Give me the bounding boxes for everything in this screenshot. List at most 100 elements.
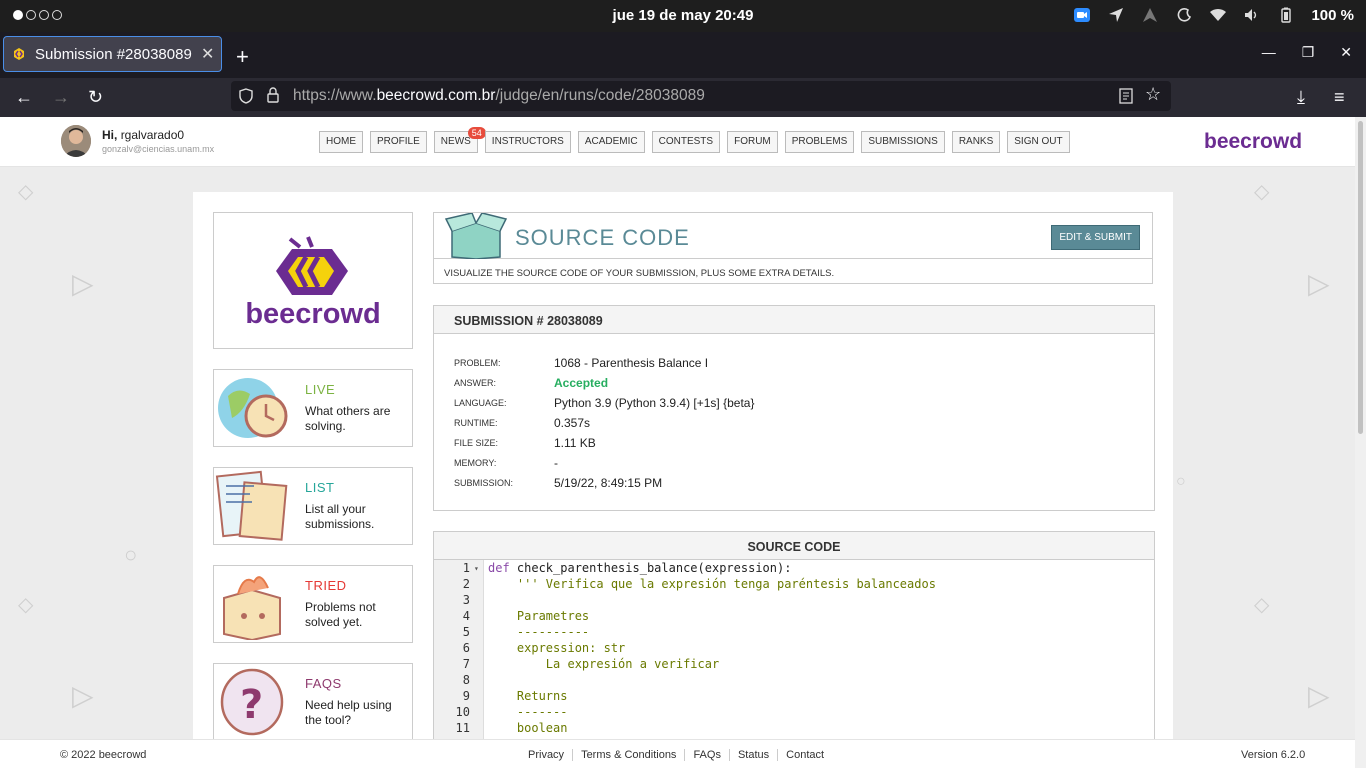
beecrowd-logo[interactable]: beecrowd <box>213 212 413 349</box>
user-greeting: Hi, rgalvarado0 <box>102 128 185 142</box>
globe-clock-icon <box>218 378 288 438</box>
page-scrollbar[interactable] <box>1355 117 1366 768</box>
volume-icon[interactable] <box>1243 6 1261 24</box>
list-title: LIST <box>305 480 335 495</box>
answer-value: Accepted <box>554 376 609 390</box>
zoom-icon[interactable] <box>1073 6 1091 24</box>
content-card: beecrowd LIVE What others are solving. L… <box>193 192 1173 768</box>
site-header: Hi, rgalvarado0 gonzalv@ciencias.unam.mx… <box>0 117 1355 167</box>
system-top-bar: jue 19 de may 20:49 100 % <box>0 0 1366 32</box>
close-window-icon[interactable]: ✕ <box>1340 44 1352 61</box>
footer-link-contact[interactable]: Contact <box>778 749 832 761</box>
faqs-card[interactable]: ? FAQS Need help using the tool? <box>213 663 413 741</box>
live-card[interactable]: LIVE What others are solving. <box>213 369 413 447</box>
menu-instructors[interactable]: INSTRUCTORS <box>484 131 571 153</box>
back-icon[interactable]: ← <box>15 87 33 108</box>
bg-triangle-icon: ▷ <box>72 268 94 299</box>
tab-title: Submission #28038089 - <box>35 45 195 63</box>
brand-logo[interactable]: beecrowd <box>1204 130 1302 154</box>
footer-link-faqs[interactable]: FAQs <box>685 749 730 761</box>
source-code-header: SOURCE CODE EDIT & SUBMIT VISUALIZE THE … <box>433 212 1153 284</box>
logo-wordmark: beecrowd <box>245 298 381 330</box>
menu-ranks[interactable]: RANKS <box>951 131 1001 153</box>
lock-icon[interactable] <box>267 87 279 103</box>
url-text[interactable]: https://www.beecrowd.com.br/judge/en/run… <box>293 87 705 105</box>
bg-diamond-icon: ◇ <box>1254 594 1270 616</box>
problem-value[interactable]: 1068 - Parenthesis Balance I <box>554 356 708 370</box>
scrollbar-thumb[interactable] <box>1358 121 1363 434</box>
tried-description: Problems not solved yet. <box>305 600 376 629</box>
code-editor[interactable]: 1 ▾ def check_parenthesis_balance(expressi… <box>434 560 1154 768</box>
site-footer: © 2022 beecrowd Privacy Terms & Conditio… <box>0 739 1355 768</box>
fold-arrow-icon[interactable]: ▾ <box>474 561 479 577</box>
list-description: List all your submissions. <box>305 502 375 531</box>
menu-contests[interactable]: CONTESTS <box>651 131 721 153</box>
tab-strip: Submission #28038089 - ✕ <box>0 32 1366 78</box>
copyright: © 2022 beecrowd <box>60 749 147 761</box>
wifi-icon[interactable] <box>1209 6 1227 24</box>
battery-icon[interactable] <box>1277 6 1295 24</box>
menu-problems[interactable]: PROBLEMS <box>784 131 855 153</box>
news-count-badge: 54 <box>467 127 486 139</box>
menu-forum[interactable]: FORUM <box>727 131 778 153</box>
source-code-panel: SOURCE CODE 1 ▾ def check_parenthesis_bala… <box>433 531 1155 768</box>
bookmark-star-icon[interactable]: ☆ <box>1145 84 1161 105</box>
bg-triangle-icon: ▷ <box>1308 680 1330 711</box>
battery-level: 100 % <box>1311 6 1354 24</box>
bee-hexagon-icon <box>276 236 348 295</box>
reader-view-icon[interactable] <box>1119 88 1133 104</box>
version-label: Version 6.2.0 <box>1241 749 1306 761</box>
reload-icon[interactable]: ↻ <box>88 87 103 108</box>
download-icon[interactable]: ⤓ <box>1297 87 1305 108</box>
menu-sign-out[interactable]: SIGN OUT <box>1007 131 1070 153</box>
page-title: SOURCE CODE <box>515 225 690 250</box>
bg-diamond-icon: ◇ <box>1254 181 1270 203</box>
list-card[interactable]: LIST List all your submissions. <box>213 467 413 545</box>
menu-submissions[interactable]: SUBMISSIONS <box>861 131 945 153</box>
bg-diamond-icon: ◇ <box>18 181 34 203</box>
maximize-icon[interactable]: ❐ <box>1302 44 1315 61</box>
minimize-icon[interactable]: — <box>1262 44 1276 61</box>
forward-icon[interactable]: → <box>52 87 70 108</box>
edit-submit-button[interactable]: EDIT & SUBMIT <box>1051 225 1140 250</box>
menu-icon[interactable]: ≡ <box>1334 87 1345 108</box>
user-email: gonzalv@ciencias.unam.mx <box>102 144 215 154</box>
system-tray[interactable]: 100 % <box>1073 6 1354 24</box>
menu-home[interactable]: HOME <box>319 131 363 153</box>
tried-title: TRIED <box>305 578 347 593</box>
live-title: LIVE <box>305 382 336 397</box>
night-light-icon[interactable] <box>1175 6 1193 24</box>
bg-triangle-icon: ▷ <box>1308 268 1330 299</box>
documents-icon <box>215 470 288 541</box>
live-description: What others are solving. <box>305 404 391 433</box>
tried-card[interactable]: TRIED Problems not solved yet. <box>213 565 413 643</box>
app-indicator-icon[interactable] <box>1141 6 1159 24</box>
footer-links: Privacy Terms & Conditions FAQs Status C… <box>528 749 832 761</box>
address-bar[interactable]: https://www.beecrowd.com.br/judge/en/run… <box>231 81 1171 111</box>
menu-profile[interactable]: PROFILE <box>370 131 427 153</box>
faqs-description: Need help using the tool? <box>305 698 392 727</box>
tab-submission[interactable]: Submission #28038089 - ✕ <box>3 36 222 72</box>
footer-link-status[interactable]: Status <box>730 749 779 761</box>
close-tab-icon[interactable]: ✕ <box>201 44 214 64</box>
footer-link-privacy[interactable]: Privacy <box>528 749 574 761</box>
footer-link-terms[interactable]: Terms & Conditions <box>573 749 686 761</box>
new-tab-icon[interactable]: + <box>236 44 249 70</box>
open-box-icon <box>444 213 508 259</box>
burning-box-icon <box>223 576 281 640</box>
avatar[interactable] <box>61 125 91 157</box>
location-icon[interactable] <box>1107 6 1125 24</box>
menu-news[interactable]: NEWS 54 <box>433 127 486 153</box>
bg-triangle-icon: ▷ <box>72 680 94 711</box>
submission-details: SUBMISSION # 28038089 PROBLEM: 1068 - Par… <box>433 305 1155 511</box>
main-menu: HOME PROFILE NEWS 54 INSTRUCTORS ACADEMIC… <box>319 127 1070 153</box>
bg-diamond-icon: ◇ <box>18 594 34 616</box>
shield-icon[interactable] <box>239 88 253 104</box>
page-subtitle: VISUALIZE THE SOURCE CODE OF YOUR SUBMIS… <box>444 268 835 279</box>
menu-academic[interactable]: ACADEMIC <box>577 131 645 153</box>
svg-text:?: ? <box>240 682 263 728</box>
beecrowd-favicon-icon <box>14 48 24 60</box>
question-bubble-icon: ? <box>220 668 284 736</box>
bg-circle-icon: ○ <box>124 542 138 567</box>
faqs-title: FAQS <box>305 676 342 691</box>
